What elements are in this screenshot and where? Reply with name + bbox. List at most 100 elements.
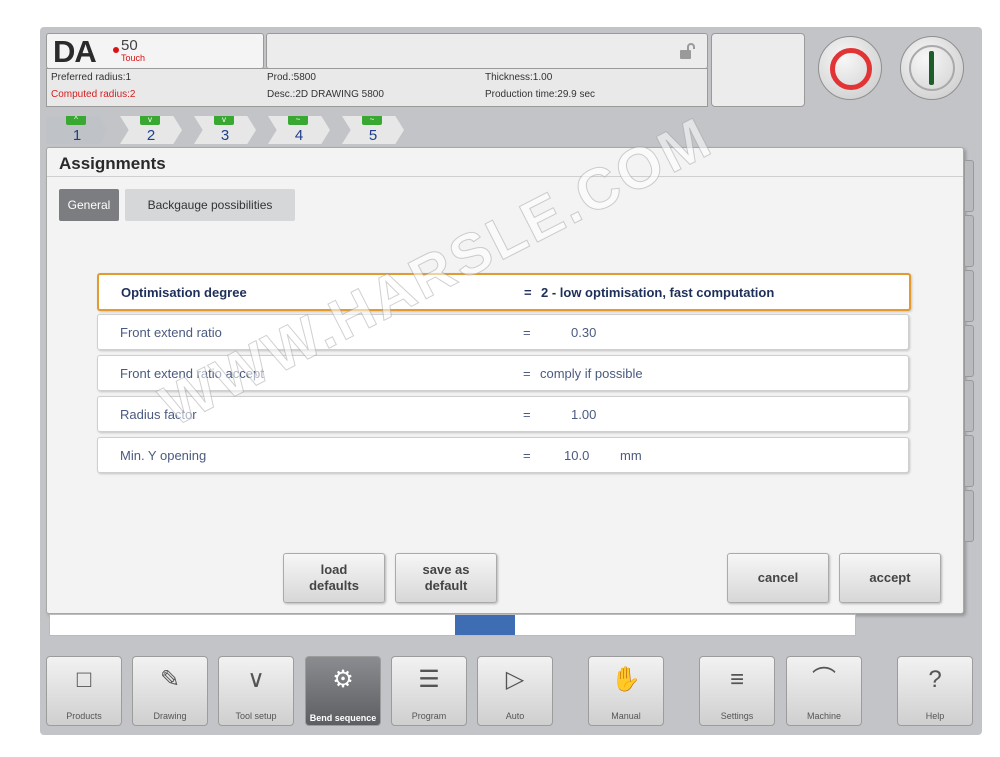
param-equals: = [523,325,531,340]
stop-icon [830,48,872,90]
nav-products-button[interactable]: □ Products [46,656,122,726]
param-label: Front extend ratio [120,325,222,340]
param-equals: = [523,366,531,381]
bend-type-icon: ~ [288,116,308,125]
param-row-front-extend-ratio[interactable]: Front extend ratio = 0.30 [97,314,909,350]
nav-auto-button[interactable]: ▷ Auto [477,656,553,726]
dialog-title: Assignments [59,154,166,173]
side-tab[interactable] [964,490,974,542]
nav-tool-setup-button[interactable]: ∨ Tool setup [218,656,294,726]
logo: DA 50 Touch [46,33,264,69]
title-bar [266,33,708,69]
bend-number: 2 [146,127,156,144]
cancel-button[interactable]: cancel [727,553,829,603]
bend-type-icon: ~ [362,116,382,125]
nav-label: Settings [720,711,754,721]
bend-sequence-icon: ⚙ [332,666,354,693]
thickness: Thickness:1.00 [485,72,553,83]
machine-icon: ⌒ [812,666,836,693]
accept-button[interactable]: accept [839,553,941,603]
program-icon: ☰ [418,666,440,693]
tab-backgauge-possibilities[interactable]: Backgauge possibilities [125,189,295,221]
play-icon: ▷ [505,666,525,693]
logo-sub: Touch [121,53,146,63]
param-unit: mm [620,448,642,463]
bend-tab-4[interactable]: ~4 [268,116,330,144]
stop-button[interactable] [818,36,882,100]
drawing-icon: ✎ [159,666,181,693]
hand-icon: ✋ [611,666,641,693]
side-tab[interactable] [964,380,974,432]
nav-label: Drawing [153,711,187,721]
nav-help-button[interactable]: ? Help [897,656,973,726]
bend-type-icon: ^ [66,116,86,125]
nav-drawing-button[interactable]: ✎ Drawing [132,656,208,726]
nav-program-button[interactable]: ☰ Program [391,656,467,726]
param-row-optimisation-degree[interactable]: Optimisation degree = 2 - low optimisati… [97,273,911,311]
side-tab[interactable] [964,435,974,487]
param-row-min-y-opening[interactable]: Min. Y opening = 10.0 mm [97,437,909,473]
param-row-radius-factor[interactable]: Radius factor = 1.00 [97,396,909,432]
side-tab[interactable] [964,325,974,377]
nav-bend-sequence-button[interactable]: ⚙ Bend sequence [305,656,381,726]
nav-label: Auto [505,711,525,721]
bend-tab-5[interactable]: ~5 [342,116,404,144]
nav-label: Products [66,711,102,721]
bend-tab-2[interactable]: v2 [120,116,182,144]
computed-radius: Computed radius:2 [51,89,136,100]
product-description: Desc.:2D DRAWING 5800 [267,89,384,100]
nav-label: Bend sequence [309,713,377,723]
bend-tab-1[interactable]: ^ 1 [46,116,108,144]
scroll-thumb[interactable] [455,615,515,635]
logo-model: 50 [121,37,138,54]
product-id: Prod.:5800 [267,72,316,83]
param-value: 0.30 [571,325,597,340]
scroll-progress[interactable] [49,614,856,636]
bend-number: 3 [220,127,230,144]
param-equals: = [523,448,531,463]
param-value: 2 - low optimisation, fast computation [541,285,775,300]
bend-tab-3[interactable]: v3 [194,116,256,144]
param-value: comply if possible [540,366,643,381]
tab-general[interactable]: General [59,189,119,221]
start-icon [929,51,934,85]
param-equals: = [523,407,531,422]
param-equals: = [524,285,532,300]
nav-label: Tool setup [235,711,277,721]
bend-number: 1 [72,127,82,144]
param-value: 1.00 [571,407,597,422]
settings-icon: ≡ [729,666,744,693]
product-info: Preferred radius:1 Computed radius:2 Pro… [46,68,708,107]
nav-settings-button[interactable]: ≡ Settings [699,656,775,726]
side-tab[interactable] [964,160,974,212]
nav-label: Manual [611,711,641,721]
production-time: Production time:29.9 sec [485,89,596,100]
bend-number: 5 [368,127,378,144]
bend-type-icon: v [140,116,160,125]
nav-label: Program [411,711,447,721]
start-button[interactable] [900,36,964,100]
nav-label: Machine [806,711,842,721]
nav-manual-button[interactable]: ✋ Manual [588,656,664,726]
divider [47,176,963,177]
assignments-dialog: Assignments General Backgauge possibilit… [46,147,964,614]
load-defaults-button[interactable]: load defaults [283,553,385,603]
logo-dot-icon [113,47,119,53]
param-label: Optimisation degree [121,285,247,300]
help-icon: ? [928,666,942,693]
side-tab[interactable] [964,215,974,267]
unlock-icon[interactable] [679,42,695,60]
preferred-radius: Preferred radius:1 [51,72,132,83]
param-label: Radius factor [120,407,197,422]
nav-machine-button[interactable]: ⌒ Machine [786,656,862,726]
save-as-default-button[interactable]: save as default [395,553,497,603]
logo-brand: DA [53,34,97,69]
button-label-line1: load [320,562,348,577]
tool-icon: ∨ [247,666,265,693]
button-label-line1: save as [422,562,470,577]
button-label-line2: default [424,578,468,593]
button-label-line2: defaults [309,578,359,593]
param-row-front-extend-ratio-accept[interactable]: Front extend ratio accept = comply if po… [97,355,909,391]
side-tab[interactable] [964,270,974,322]
param-label: Min. Y opening [120,448,207,463]
